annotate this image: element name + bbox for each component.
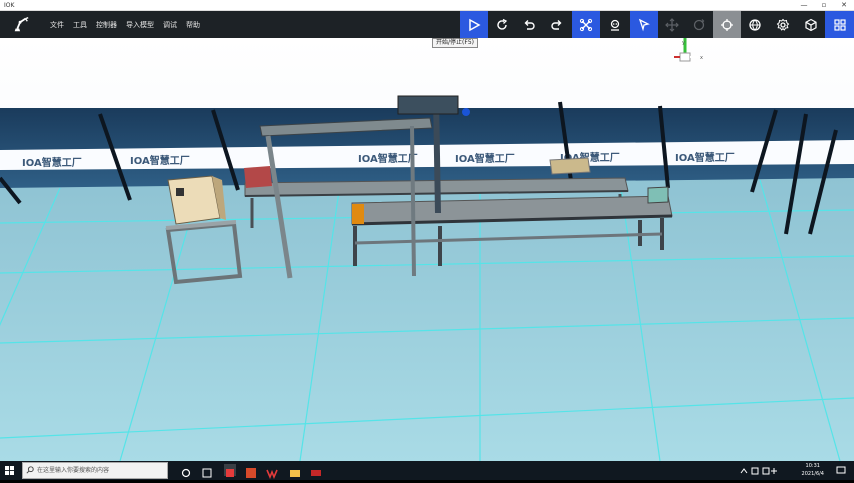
rotate-icon xyxy=(693,18,705,30)
svg-text:IOA智慧工厂: IOA智慧工厂 xyxy=(675,151,735,164)
wps-icon[interactable] xyxy=(266,464,278,480)
3d-viewport[interactable]: IOA智慧工厂 IOA智慧工厂 IOA智慧工厂 IOA智慧工厂 IOA智慧工厂 … xyxy=(0,38,854,461)
redo-button[interactable] xyxy=(543,11,571,38)
robot-button[interactable] xyxy=(601,11,629,38)
globe-icon xyxy=(749,18,761,31)
model-button[interactable] xyxy=(797,11,825,38)
menu-bar: 文件 工具 控制器 导入模型 调试 帮助 xyxy=(50,11,209,38)
notification-icon[interactable] xyxy=(836,466,846,475)
play-icon xyxy=(469,18,481,31)
gear-icon xyxy=(776,18,790,31)
window-title: IOK xyxy=(4,2,15,9)
undo-icon xyxy=(524,19,535,30)
move-icon xyxy=(665,17,679,32)
world-button[interactable] xyxy=(741,11,769,38)
menu-item-controller[interactable]: 控制器 xyxy=(96,20,117,30)
gizmo-y-label: y xyxy=(682,40,685,46)
apps-button[interactable] xyxy=(825,11,854,38)
teach-mode-button[interactable] xyxy=(572,11,600,38)
system-tray-icons[interactable] xyxy=(740,467,780,475)
menu-item-import-model[interactable]: 导入模型 xyxy=(126,20,154,30)
taskbar-search-box[interactable]: 在这里输入你要搜索的内容 xyxy=(22,462,168,479)
clock-time: 10:31 xyxy=(805,463,820,469)
taskbar-clock[interactable]: 10:31 2021/6/4 xyxy=(802,462,824,478)
window-titlebar: IOK — ▫ ✕ xyxy=(0,0,854,11)
robot-arm-logo-icon xyxy=(14,17,29,32)
grid-apps-icon xyxy=(833,18,846,31)
undo-button[interactable] xyxy=(515,11,543,38)
powerpoint-icon[interactable] xyxy=(245,464,257,478)
windows-start-icon[interactable] xyxy=(5,466,14,475)
svg-text:IOA智慧工厂: IOA智慧工厂 xyxy=(358,152,418,165)
select-tool-button[interactable] xyxy=(630,11,658,38)
move-tool-button[interactable] xyxy=(658,11,686,38)
drone-icon xyxy=(579,18,593,31)
rotate-tool-button[interactable] xyxy=(685,11,713,38)
crosshair-icon xyxy=(721,18,733,31)
svg-text:IOA智慧工厂: IOA智慧工厂 xyxy=(455,152,515,165)
start-stop-button[interactable] xyxy=(460,11,488,38)
clock-date: 2021/6/4 xyxy=(801,471,824,477)
minimize-icon[interactable]: — xyxy=(794,0,814,11)
iok-app-icon[interactable] xyxy=(224,464,236,477)
start-stop-tooltip: 开始/停止(F5) xyxy=(432,38,478,48)
search-icon xyxy=(26,466,34,474)
cube-icon xyxy=(805,18,817,31)
gizmo-x-label: x xyxy=(700,55,703,61)
app-window-icon[interactable] xyxy=(201,464,213,478)
svg-text:IOA智慧工厂: IOA智慧工厂 xyxy=(22,156,82,169)
target-tool-button[interactable] xyxy=(713,11,741,38)
menu-item-help[interactable]: 帮助 xyxy=(186,20,200,30)
menu-item-debug[interactable]: 调试 xyxy=(163,20,177,30)
refresh-icon xyxy=(497,18,508,30)
robot-icon xyxy=(610,19,620,31)
menu-item-tools[interactable]: 工具 xyxy=(73,20,87,30)
reset-button[interactable] xyxy=(488,11,516,38)
search-placeholder: 在这里输入你要搜索的内容 xyxy=(37,467,110,474)
menu-item-file[interactable]: 文件 xyxy=(50,20,64,30)
svg-text:IOA智慧工厂: IOA智慧工厂 xyxy=(130,154,190,167)
settings-button[interactable] xyxy=(769,11,797,38)
close-icon[interactable]: ✕ xyxy=(834,0,854,11)
task-view-icon[interactable] xyxy=(180,464,192,478)
cursor-arrow-icon xyxy=(638,18,650,31)
maximize-icon[interactable]: ▫ xyxy=(814,0,834,11)
taskbar: 在这里输入你要搜索的内容 10:31 2021/6/4 xyxy=(0,461,854,480)
redo-icon xyxy=(551,19,562,30)
main-toolbar: 文件 工具 控制器 导入模型 调试 帮助 xyxy=(0,11,854,38)
scene-canvas: IOA智慧工厂 IOA智慧工厂 IOA智慧工厂 IOA智慧工厂 IOA智慧工厂 … xyxy=(0,38,854,461)
red-app-icon[interactable] xyxy=(310,464,322,476)
file-explorer-icon[interactable] xyxy=(289,464,301,477)
